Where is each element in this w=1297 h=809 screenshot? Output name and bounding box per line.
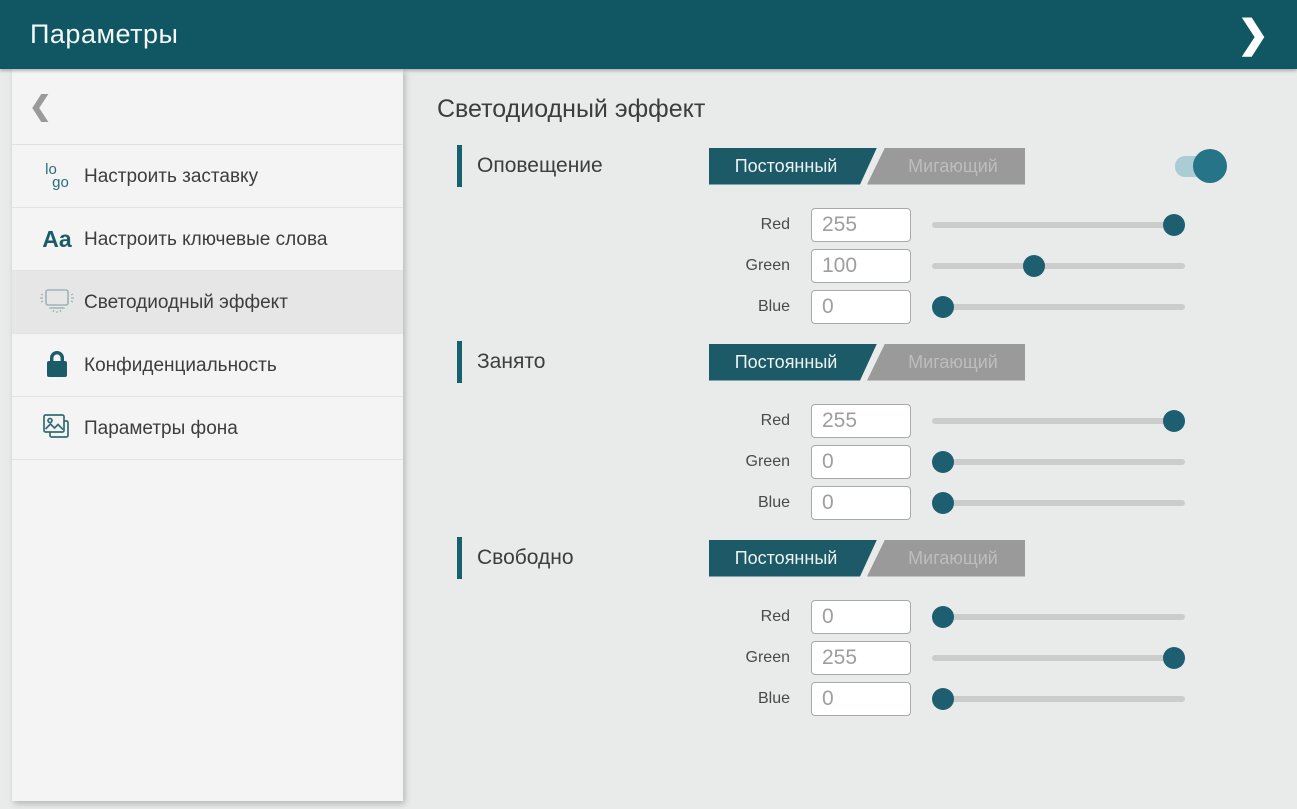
sidebar-item-label: Светодиодный эффект <box>80 290 288 315</box>
red-slider[interactable] <box>932 404 1185 438</box>
blue-slider[interactable] <box>932 486 1185 520</box>
chevron-left-icon: ❮ <box>29 91 52 122</box>
logo-icon: lo go <box>34 163 80 189</box>
green-slider[interactable] <box>932 445 1185 479</box>
mode-segmented-control: Постоянный Мигающий <box>709 540 1025 577</box>
red-input[interactable] <box>811 600 911 634</box>
green-label: Green <box>437 453 790 471</box>
sidebar: ❮ lo go Настроить заставку Aa Настроить … <box>12 69 403 801</box>
sidebar-item-privacy[interactable]: Конфиденциальность <box>12 334 403 397</box>
blue-slider[interactable] <box>932 290 1185 324</box>
toggle-knob <box>1193 149 1227 183</box>
sidebar-item-label: Конфиденциальность <box>80 353 277 378</box>
sidebar-item-label: Настроить ключевые слова <box>80 227 327 252</box>
blue-label: Blue <box>437 690 790 708</box>
aa-icon: Aa <box>34 226 80 253</box>
app-header: Параметры ❯ <box>0 0 1297 69</box>
blue-input[interactable] <box>811 486 911 520</box>
sidebar-item-label: Параметры фона <box>80 416 238 441</box>
mode-constant-button[interactable]: Постоянный <box>709 148 877 185</box>
green-slider[interactable] <box>932 249 1185 283</box>
red-slider[interactable] <box>932 208 1185 242</box>
red-slider[interactable] <box>932 600 1185 634</box>
section-title: Оповещение <box>462 154 709 178</box>
sidebar-item-keywords[interactable]: Aa Настроить ключевые слова <box>12 208 403 271</box>
section-title: Занято <box>462 350 709 374</box>
sidebar-item-background[interactable]: Параметры фона <box>12 397 403 460</box>
main-content: Светодиодный эффект Оповещение Постоянны… <box>403 69 1297 809</box>
mode-segmented-control: Постоянный Мигающий <box>709 148 1025 185</box>
mode-constant-button[interactable]: Постоянный <box>709 344 877 381</box>
layout: ❮ lo go Настроить заставку Aa Настроить … <box>0 69 1297 809</box>
monitor-icon <box>34 287 80 317</box>
green-input[interactable] <box>811 641 911 675</box>
mode-blinking-button[interactable]: Мигающий <box>867 540 1025 577</box>
blue-label: Blue <box>437 494 790 512</box>
blue-input[interactable] <box>811 682 911 716</box>
red-input[interactable] <box>811 404 911 438</box>
mode-segmented-control: Постоянный Мигающий <box>709 344 1025 381</box>
red-label: Red <box>437 216 790 234</box>
mode-blinking-button[interactable]: Мигающий <box>867 344 1025 381</box>
sidebar-item-led-effect[interactable]: Светодиодный эффект <box>12 271 403 334</box>
green-slider[interactable] <box>932 641 1185 675</box>
red-label: Red <box>437 412 790 430</box>
section-free: Свободно Постоянный Мигающий Red Green B… <box>437 538 1297 716</box>
blue-input[interactable] <box>811 290 911 324</box>
content-title: Светодиодный эффект <box>437 95 1297 124</box>
images-icon <box>34 411 80 445</box>
mode-constant-button[interactable]: Постоянный <box>709 540 877 577</box>
blue-slider[interactable] <box>932 682 1185 716</box>
section-title: Свободно <box>462 546 709 570</box>
lock-icon <box>34 348 80 382</box>
red-label: Red <box>437 608 790 626</box>
green-label: Green <box>437 257 790 275</box>
red-input[interactable] <box>811 208 911 242</box>
sidebar-item-splash-screen[interactable]: lo go Настроить заставку <box>12 145 403 208</box>
green-input[interactable] <box>811 249 911 283</box>
page-title: Параметры <box>30 19 178 50</box>
sidebar-item-label: Настроить заставку <box>80 164 258 189</box>
green-label: Green <box>437 649 790 667</box>
blue-label: Blue <box>437 298 790 316</box>
section-busy: Занято Постоянный Мигающий Red Green Blu… <box>437 342 1297 520</box>
mode-blinking-button[interactable]: Мигающий <box>867 148 1025 185</box>
sidebar-back-button[interactable]: ❮ <box>12 69 403 145</box>
green-input[interactable] <box>811 445 911 479</box>
chevron-right-icon[interactable]: ❯ <box>1229 12 1277 58</box>
section-alert: Оповещение Постоянный Мигающий Red Green… <box>437 146 1297 324</box>
alert-toggle[interactable] <box>1175 149 1227 183</box>
